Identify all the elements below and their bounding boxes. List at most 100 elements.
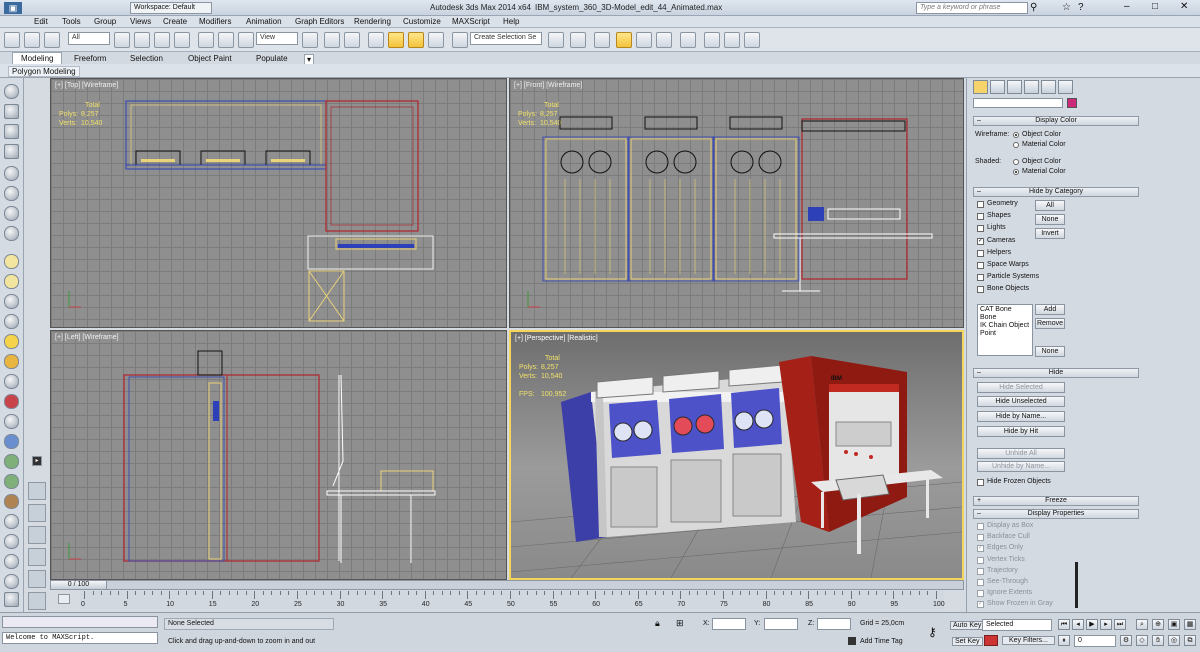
tool-icon-20[interactable]: [4, 474, 19, 489]
key-mode-dropdown[interactable]: Selected: [982, 619, 1052, 631]
time-slider-handle[interactable]: 0 / 100: [51, 581, 107, 589]
shaded-material-color-radio[interactable]: [1013, 169, 1019, 175]
wire-material-color-radio[interactable]: [1013, 142, 1019, 148]
display-property-checkbox[interactable]: ✓: [977, 601, 984, 609]
display-property-checkbox[interactable]: [977, 590, 984, 598]
scale-icon[interactable]: [238, 32, 254, 48]
next-frame-icon[interactable]: ▸: [1100, 619, 1112, 630]
menu-animation[interactable]: Animation: [246, 17, 282, 26]
tool-icon-10[interactable]: [4, 274, 19, 289]
tool-icon-4[interactable]: [4, 144, 19, 159]
polygon-modeling-tab[interactable]: Polygon Modeling: [8, 66, 80, 77]
orbit-icon[interactable]: ◎: [1168, 635, 1180, 646]
tool-icon-17[interactable]: [4, 414, 19, 429]
viewport-front[interactable]: [+] [Front] [Wireframe] Total Polys: 8,25…: [509, 78, 964, 328]
move-icon[interactable]: [198, 32, 214, 48]
tool-icon-19[interactable]: [4, 454, 19, 469]
tool-icon-6[interactable]: [4, 186, 19, 201]
unlink-icon[interactable]: [44, 32, 60, 48]
select-manipulate-icon[interactable]: [324, 32, 340, 48]
curve-editor-icon[interactable]: [636, 32, 652, 48]
panel-button-1[interactable]: [28, 482, 46, 500]
hammer-tab-icon[interactable]: [1058, 80, 1073, 94]
display-property-checkbox[interactable]: [977, 556, 984, 564]
category-checkbox[interactable]: [977, 274, 984, 282]
panel-button-5[interactable]: [28, 570, 46, 588]
display-tab-icon[interactable]: [973, 80, 988, 94]
z-coord-field[interactable]: [817, 618, 851, 630]
maximize-viewport-icon[interactable]: ⧉: [1184, 635, 1196, 646]
menu-graph-editors[interactable]: Graph Editors: [295, 17, 344, 26]
menu-tools[interactable]: Tools: [62, 17, 81, 26]
key-icon[interactable]: ⚷: [928, 625, 937, 639]
link-icon[interactable]: [24, 32, 40, 48]
material-editor-icon[interactable]: [680, 32, 696, 48]
auto-key-button[interactable]: Auto Key: [950, 621, 985, 630]
layer-manager-icon[interactable]: [594, 32, 610, 48]
menu-rendering[interactable]: Rendering: [354, 17, 391, 26]
panel-button-2[interactable]: [28, 504, 46, 522]
shaded-object-color-radio[interactable]: [1013, 159, 1019, 165]
track-bar-toggle-icon[interactable]: [58, 594, 70, 604]
undo-icon[interactable]: [4, 32, 20, 48]
go-to-end-icon[interactable]: ⏭︎: [1114, 619, 1126, 630]
viewport-left[interactable]: [+] [Left] [Wireframe]: [50, 330, 507, 580]
hide-frozen-checkbox[interactable]: [977, 479, 984, 486]
schematic-view-icon[interactable]: [656, 32, 672, 48]
motion-tab-icon[interactable]: [1024, 80, 1039, 94]
keyboard-shortcut-icon[interactable]: [344, 32, 360, 48]
ribbon-tab-object-paint[interactable]: Object Paint: [188, 54, 232, 63]
render-setup-icon[interactable]: [704, 32, 720, 48]
unhide-by-name-button[interactable]: Unhide by Name...: [977, 461, 1065, 472]
menu-customize[interactable]: Customize: [403, 17, 441, 26]
tool-icon-11[interactable]: [4, 294, 19, 309]
list-item[interactable]: CAT Bone: [980, 306, 1030, 314]
current-frame-field[interactable]: 0: [1074, 635, 1116, 647]
menu-edit[interactable]: Edit: [34, 17, 48, 26]
modify-tab-icon[interactable]: [990, 80, 1005, 94]
tool-icon-26[interactable]: [4, 592, 19, 607]
align-icon[interactable]: [570, 32, 586, 48]
tool-icon-13[interactable]: [4, 334, 19, 349]
select-by-name-icon[interactable]: [134, 32, 150, 48]
category-checkbox[interactable]: [977, 201, 984, 208]
app-logo-icon[interactable]: ▣: [4, 2, 22, 14]
key-mode-toggle-icon[interactable]: ⏸︎: [1058, 635, 1070, 646]
display-property-checkbox[interactable]: [977, 523, 984, 530]
category-checkbox[interactable]: ✓: [977, 237, 984, 245]
tool-icon-5[interactable]: [4, 166, 19, 181]
menu-views[interactable]: Views: [130, 17, 151, 26]
maximize-button[interactable]: □: [1152, 1, 1158, 12]
rollout-hide[interactable]: – Hide: [973, 368, 1139, 378]
panel-scrollbar[interactable]: [1075, 562, 1078, 608]
list-item[interactable]: Bone: [980, 314, 1030, 322]
panel-button-4[interactable]: [28, 548, 46, 566]
tool-icon-15[interactable]: [4, 374, 19, 389]
tool-icon-21[interactable]: [4, 494, 19, 509]
ribbon-tab-freeform[interactable]: Freeform: [74, 54, 106, 63]
tool-icon-12[interactable]: [4, 314, 19, 329]
tool-icon-3[interactable]: [4, 124, 19, 139]
viewport-perspective[interactable]: [+] [Perspective] [Realistic] Total Poly…: [509, 330, 964, 580]
object-name-field[interactable]: [973, 98, 1063, 108]
category-invert-button[interactable]: Invert: [1035, 228, 1065, 239]
snaps-toggle-icon[interactable]: [368, 32, 384, 48]
rotate-icon[interactable]: [218, 32, 234, 48]
go-to-start-icon[interactable]: ⏮︎: [1058, 619, 1070, 630]
list-add-button[interactable]: Add: [1035, 304, 1065, 315]
menu-maxscript[interactable]: MAXScript: [452, 17, 490, 26]
list-item[interactable]: IK Chain Object: [980, 322, 1030, 330]
menu-group[interactable]: Group: [94, 17, 116, 26]
percent-snap-icon[interactable]: [408, 32, 424, 48]
x-coord-field[interactable]: [712, 618, 746, 630]
hide-by-name-button[interactable]: Hide by Name...: [977, 411, 1065, 422]
rollout-display-color[interactable]: – Display Color: [973, 116, 1139, 126]
rollout-display-properties[interactable]: – Display Properties: [973, 509, 1139, 519]
panel-button-6[interactable]: [28, 592, 46, 610]
rect-select-icon[interactable]: [154, 32, 170, 48]
tool-icon-2[interactable]: [4, 104, 19, 119]
category-none-button[interactable]: None: [1035, 214, 1065, 225]
select-object-icon[interactable]: [114, 32, 130, 48]
category-checkbox[interactable]: [977, 286, 984, 294]
rollout-freeze[interactable]: + Freeze: [973, 496, 1139, 506]
